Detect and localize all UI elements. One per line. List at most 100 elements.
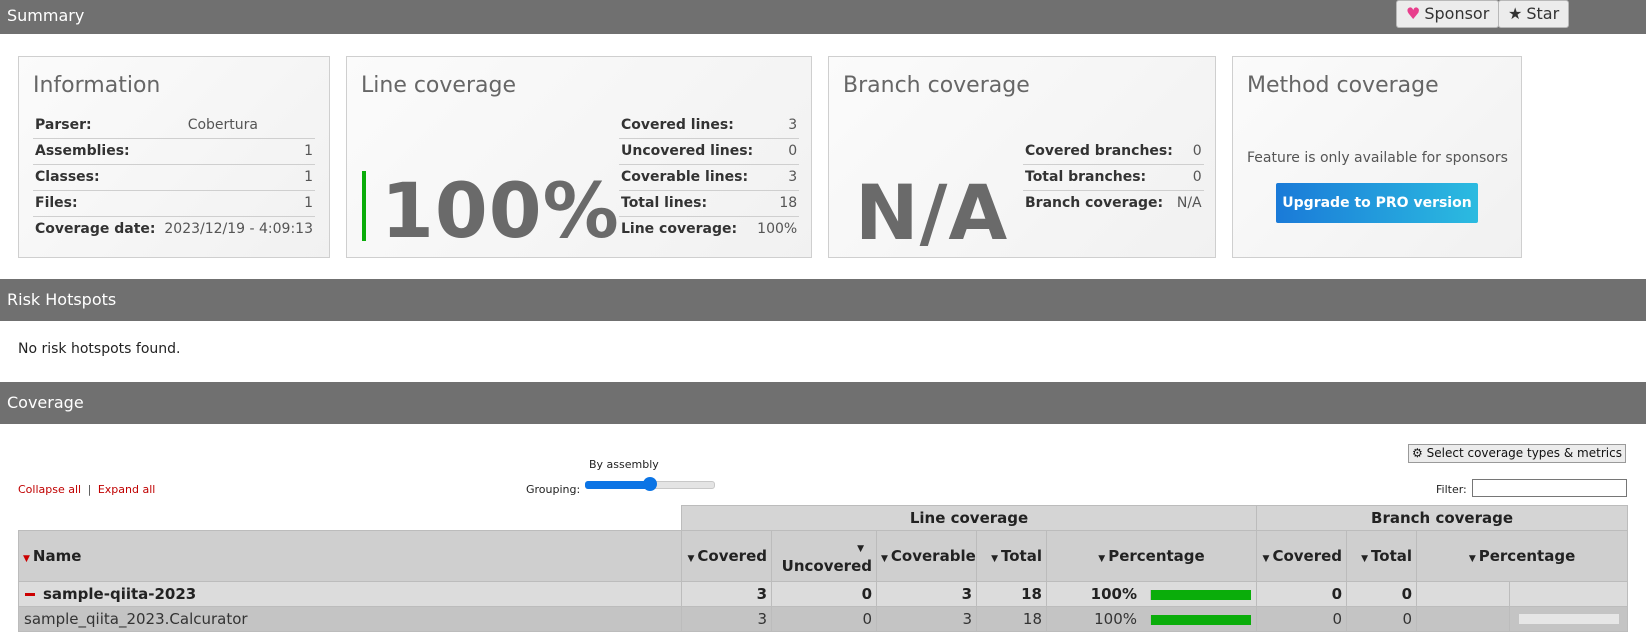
group-branch-coverage: Branch coverage — [1256, 505, 1629, 531]
cell-coverable: 3 — [876, 606, 977, 632]
coverage-table: Line coverage Branch coverage ▼ Name ▼ Cov… — [18, 505, 1629, 632]
collapse-expand-links: Collapse all | Expand all — [18, 483, 155, 496]
sponsor-button[interactable]: ♥ Sponsor — [1396, 0, 1500, 28]
heart-icon: ♥ — [1406, 4, 1421, 23]
star-icon: ★ — [1508, 4, 1523, 23]
collapse-icon[interactable] — [25, 593, 35, 596]
col-name-label: Name — [32, 547, 82, 565]
line-key: Line coverage: — [619, 216, 756, 242]
class-name-link[interactable]: sample_qiita_2023.Calcurator — [24, 610, 248, 628]
cell-covered: 3 — [681, 606, 772, 632]
summary-title: Summary — [7, 6, 85, 25]
col-name[interactable]: ▼ Name — [18, 530, 682, 582]
sort-icon: ▼ — [687, 554, 695, 564]
assembly-row[interactable]: sample-qiita-2023 3 0 3 18 100% 0 0 — [18, 581, 1629, 607]
select-coverage-label: Select coverage types & metrics — [1426, 446, 1622, 460]
line-value: 18 — [755, 190, 800, 217]
class-name-cell[interactable]: sample_qiita_2023.Calcurator — [18, 606, 682, 632]
cell-covered: 3 — [681, 581, 772, 607]
line-value: 100% — [755, 216, 800, 242]
assembly-name: sample-qiita-2023 — [43, 585, 197, 603]
branch-key: Total branches: — [1023, 164, 1175, 191]
col-branch-percentage-label: Percentage — [1478, 547, 1576, 565]
col-coverable-label: Coverable — [890, 547, 976, 565]
cell-branch-covered: 0 — [1256, 606, 1348, 632]
filter-input[interactable] — [1472, 479, 1627, 497]
column-header-row: ▼ Name ▼ Covered ▼ Uncovered ▼ Coverable ▼ To… — [18, 530, 1629, 582]
sort-icon: ▼ — [857, 544, 864, 554]
upgrade-pro-button[interactable]: Upgrade to PRO version — [1276, 183, 1478, 223]
cell-branch-covered: 0 — [1256, 581, 1348, 607]
col-total[interactable]: ▼ Total — [976, 530, 1047, 582]
line-key: Coverable lines: — [619, 164, 756, 191]
col-branch-total[interactable]: ▼ Total — [1346, 530, 1418, 582]
col-percentage-label: Percentage — [1108, 547, 1205, 565]
information-table: Parser: Cobertura Assemblies: 1 Classes:… — [33, 113, 315, 242]
percentage-text: 100% — [1090, 585, 1137, 603]
cell-total: 18 — [976, 581, 1047, 607]
grouping-slider[interactable] — [585, 477, 715, 491]
sort-icon: ▼ — [991, 554, 999, 564]
assembly-name-cell[interactable]: sample-qiita-2023 — [18, 581, 682, 607]
branch-percentage-bar — [1518, 614, 1619, 624]
expand-all-link[interactable]: Expand all — [98, 483, 156, 496]
sort-desc-icon: ▼ — [23, 554, 30, 564]
cell-branch-percentage — [1416, 581, 1629, 607]
summary-header: Summary ♥ Sponsor ★ Star — [0, 0, 1646, 34]
info-key: Coverage date: — [33, 216, 160, 242]
info-key: Assemblies: — [33, 138, 160, 165]
information-title: Information — [33, 73, 161, 98]
info-value: 1 — [159, 138, 315, 165]
info-row: Assemblies: 1 — [33, 138, 315, 165]
info-row: Parser: Cobertura — [33, 113, 315, 139]
branch-percentage-text — [1418, 607, 1511, 631]
col-branch-covered[interactable]: ▼ Covered — [1256, 530, 1348, 582]
method-coverage-title: Method coverage — [1247, 73, 1439, 98]
grouping-label: Grouping: — [526, 483, 581, 496]
info-value: 1 — [159, 190, 315, 217]
risk-hotspots-message: No risk hotspots found. — [18, 341, 181, 357]
info-key: Classes: — [33, 164, 160, 191]
info-value: Cobertura — [187, 117, 258, 133]
percentage-bar-track — [1149, 614, 1251, 625]
slider-thumb[interactable] — [643, 477, 657, 491]
branch-coverage-value: N/A — [855, 168, 1009, 257]
percentage-bar — [1151, 589, 1252, 600]
gear-icon: ⚙ — [1412, 446, 1423, 460]
line-coverage-value: 100% — [381, 166, 620, 255]
group-header-row: Line coverage Branch coverage — [18, 505, 1629, 531]
branch-value: 0 — [1192, 143, 1202, 159]
branch-row: Covered branches: 0 — [1023, 139, 1204, 165]
col-branch-total-label: Total — [1371, 547, 1413, 565]
branch-key: Covered branches: — [1025, 143, 1173, 159]
col-covered[interactable]: ▼ Covered — [681, 530, 772, 582]
line-key: Uncovered lines: — [619, 138, 756, 165]
col-percentage[interactable]: ▼ Percentage — [1045, 530, 1258, 582]
line-coverage-accent — [362, 171, 366, 241]
col-branch-covered-label: Covered — [1272, 547, 1343, 565]
collapse-all-link[interactable]: Collapse all — [18, 483, 81, 496]
line-key: Total lines: — [619, 190, 756, 217]
cell-coverable: 3 — [876, 581, 977, 607]
line-row: Coverable lines: 3 — [619, 164, 800, 191]
col-uncovered-label: Uncovered — [781, 557, 872, 575]
col-covered-label: Covered — [697, 547, 767, 565]
group-header-blank — [18, 505, 682, 531]
line-coverage-table: Covered lines: 3 Uncovered lines: 0 Covera… — [619, 113, 800, 242]
col-coverable[interactable]: ▼ Coverable — [876, 530, 977, 582]
filter-label: Filter: — [1436, 483, 1467, 496]
col-branch-percentage[interactable]: ▼ Percentage — [1416, 530, 1629, 582]
class-row[interactable]: sample_qiita_2023.Calcurator 3 0 3 18 10… — [18, 606, 1629, 632]
line-coverage-title: Line coverage — [361, 73, 516, 98]
percentage-text: 100% — [1094, 610, 1137, 628]
sort-icon: ▼ — [881, 554, 888, 564]
cell-percentage: 100% — [1045, 581, 1258, 607]
info-row: Files: 1 — [33, 190, 315, 217]
information-card: Information Parser: Cobertura Assemblies… — [18, 56, 330, 258]
star-button[interactable]: ★ Star — [1498, 0, 1570, 28]
sponsor-only-message: Feature is only available for sponsors — [1247, 150, 1508, 166]
select-coverage-button[interactable]: ⚙ Select coverage types & metrics — [1408, 444, 1626, 463]
line-row: Uncovered lines: 0 — [619, 138, 800, 165]
branch-coverage-title: Branch coverage — [843, 73, 1030, 98]
col-uncovered[interactable]: ▼ Uncovered — [771, 530, 877, 582]
